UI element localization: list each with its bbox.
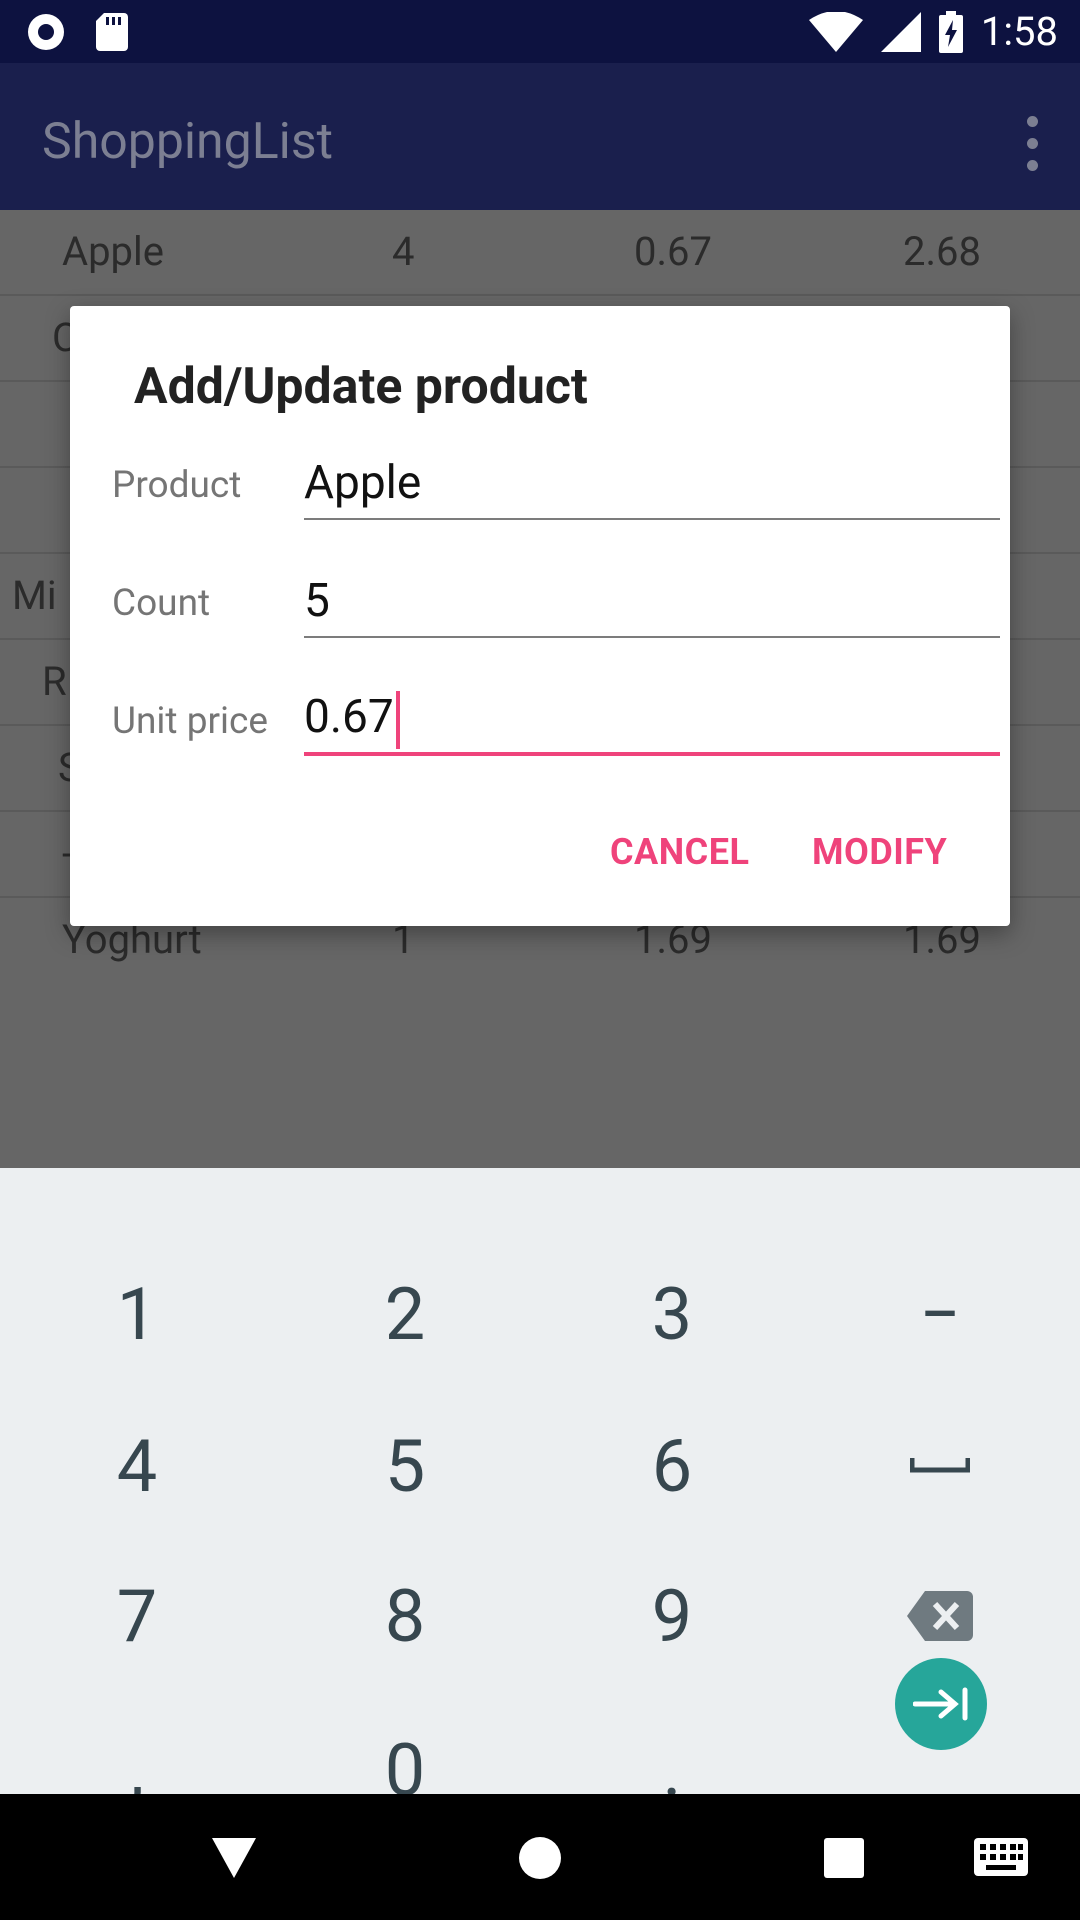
overflow-dot-icon — [1026, 159, 1038, 171]
app-title: ShoppingList — [42, 113, 333, 171]
product-label: Product — [112, 464, 242, 507]
sd-card-icon — [96, 13, 128, 51]
unit-price-field[interactable]: 0.67 — [304, 690, 1000, 756]
count-cell: 4 — [392, 228, 415, 275]
count-value: 5 — [304, 574, 330, 628]
unit-price-cell: 0.67 — [634, 228, 712, 275]
overflow-menu-button[interactable] — [1002, 103, 1062, 183]
key-8[interactable]: 8 — [335, 1566, 475, 1666]
keyboard-switch-icon[interactable] — [974, 1838, 1028, 1876]
total-cell: 2.68 — [903, 228, 981, 275]
unit-price-value: 0.67 — [304, 690, 394, 744]
battery-charging-icon — [938, 11, 963, 53]
status-bar: 1:58 — [0, 0, 1080, 63]
cancel-button[interactable]: CANCEL — [610, 831, 749, 873]
overflow-dot-icon — [1026, 137, 1038, 149]
key-minus[interactable]: − — [870, 1264, 1010, 1364]
wifi-icon — [808, 12, 863, 52]
next-field-button[interactable] — [895, 1658, 987, 1750]
product-cell: R — [42, 658, 67, 705]
key-5[interactable]: 5 — [335, 1416, 475, 1516]
key-space[interactable] — [870, 1416, 1010, 1516]
clock: 1:58 — [980, 8, 1058, 55]
tab-arrow-icon — [913, 1687, 968, 1721]
count-field[interactable]: 5 — [304, 574, 1000, 638]
back-icon[interactable] — [212, 1838, 256, 1878]
backspace-icon — [907, 1591, 973, 1641]
key-6[interactable]: 6 — [602, 1416, 742, 1516]
modify-button[interactable]: MODIFY — [812, 831, 947, 873]
add-update-dialog: Add/Update product Product Apple Count 5… — [70, 306, 1010, 926]
product-cell: Mi — [12, 572, 57, 619]
product-field[interactable]: Apple — [304, 456, 1000, 520]
cell-signal-icon — [880, 12, 921, 52]
recents-icon[interactable] — [824, 1838, 864, 1878]
key-3[interactable]: 3 — [602, 1264, 742, 1364]
overflow-dot-icon — [1026, 115, 1038, 127]
key-7[interactable]: 7 — [67, 1566, 207, 1666]
dialog-title: Add/Update product — [134, 358, 588, 416]
key-9[interactable]: 9 — [602, 1566, 742, 1666]
app-bar: ShoppingList — [0, 63, 1080, 210]
key-1[interactable]: 1 — [67, 1264, 207, 1364]
numeric-keyboard: 1 2 3 − 4 5 6 7 8 9 , 0 . — [0, 1168, 1080, 1813]
list-row[interactable]: Apple 4 0.67 2.68 — [0, 210, 1080, 296]
count-label: Count — [112, 582, 211, 625]
unit-price-label: Unit price — [112, 700, 269, 743]
key-2[interactable]: 2 — [335, 1264, 475, 1364]
text-caret — [395, 690, 400, 749]
space-bar-icon — [910, 1458, 970, 1473]
product-value: Apple — [304, 456, 422, 510]
home-icon[interactable] — [518, 1836, 562, 1880]
product-cell: Apple — [62, 228, 164, 275]
key-backspace[interactable] — [870, 1566, 1010, 1666]
record-icon — [28, 14, 64, 50]
navigation-bar — [0, 1794, 1080, 1920]
key-4[interactable]: 4 — [67, 1416, 207, 1516]
